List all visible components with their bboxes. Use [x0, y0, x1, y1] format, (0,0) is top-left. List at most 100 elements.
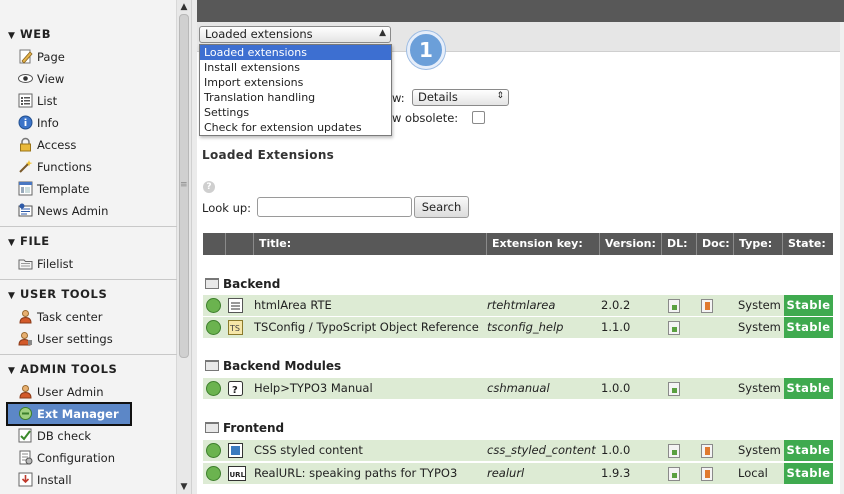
- svg-text:URL: URL: [230, 471, 246, 479]
- view-select[interactable]: Details ⇕: [412, 89, 509, 106]
- list-icon: [18, 93, 33, 108]
- header-dl: DL:: [661, 233, 696, 255]
- extensions-table-header: Title: Extension key: Version: DL: Doc: …: [203, 233, 833, 255]
- download-icon[interactable]: [668, 382, 680, 396]
- state-badge: Stable: [784, 440, 833, 461]
- table-row[interactable]: CSS styled content css_styled_content 1.…: [203, 440, 833, 461]
- download-icon[interactable]: [668, 321, 680, 335]
- section-admin-tools[interactable]: ▼ ADMIN TOOLS: [0, 359, 177, 379]
- header-type[interactable]: Type:: [733, 233, 782, 255]
- section-file[interactable]: ▼ FILE: [0, 231, 177, 251]
- extension-status-icon[interactable]: [206, 298, 221, 313]
- section-user-tools[interactable]: ▼ USER TOOLS: [0, 284, 177, 304]
- ext-type: System: [738, 381, 781, 395]
- nav-item-info[interactable]: Info: [18, 113, 59, 133]
- select-arrows-icon: ▲: [379, 28, 386, 38]
- nav-item-page[interactable]: Page: [18, 47, 65, 67]
- header-version[interactable]: Version:: [599, 233, 661, 255]
- option-import-extensions[interactable]: Import extensions: [200, 75, 391, 90]
- ext-title[interactable]: TSConfig / TypoScript Object Reference: [254, 317, 486, 338]
- download-icon[interactable]: [668, 299, 680, 313]
- nav-item-list[interactable]: List: [18, 91, 57, 111]
- ext-title[interactable]: CSS styled content: [254, 440, 484, 461]
- collapse-icon: ▼: [8, 291, 16, 301]
- lock-icon: [18, 137, 33, 152]
- header-blank: [203, 233, 225, 255]
- header-blank: [225, 233, 251, 255]
- extension-status-icon[interactable]: [206, 320, 221, 335]
- download-icon[interactable]: [668, 467, 680, 481]
- ext-key: css_styled_content: [487, 443, 596, 457]
- scroll-up-icon[interactable]: ▲: [178, 1, 190, 13]
- extension-status-icon[interactable]: [206, 466, 221, 481]
- ext-version: 1.9.3: [601, 466, 631, 480]
- option-check-updates[interactable]: Check for extension updates: [200, 120, 391, 135]
- folder-icon: [205, 360, 219, 371]
- nav-item-configuration[interactable]: Configuration: [18, 448, 115, 468]
- table-row[interactable]: htmlArea RTE rtehtmlarea 2.0.2 System St…: [203, 295, 833, 316]
- nav-item-install[interactable]: Install: [18, 470, 72, 490]
- ext-title[interactable]: Help>TYPO3 Manual: [254, 378, 484, 399]
- search-button[interactable]: Search: [414, 196, 469, 218]
- option-loaded-extensions[interactable]: Loaded extensions: [200, 45, 391, 60]
- nav-item-user-admin[interactable]: User Admin: [18, 382, 104, 402]
- doc-icon[interactable]: [701, 444, 713, 458]
- category-backend: Backend: [205, 277, 280, 291]
- ext-title[interactable]: htmlArea RTE: [254, 295, 484, 316]
- table-row[interactable]: TS TSConfig / TypoScript Object Referenc…: [203, 317, 833, 338]
- help-manual-icon: ?: [228, 381, 243, 396]
- section-web[interactable]: ▼ WEB: [0, 24, 177, 44]
- doc-icon[interactable]: [701, 467, 713, 481]
- state-badge: Stable: [784, 317, 833, 338]
- nav-item-task-center[interactable]: Task center: [18, 307, 102, 327]
- ext-version: 2.0.2: [601, 298, 631, 312]
- header-extension-key[interactable]: Extension key:: [486, 233, 599, 255]
- ext-type: System: [738, 443, 781, 457]
- function-select[interactable]: Loaded extensions ▲: [199, 26, 391, 43]
- select-arrows-icon: ⇕: [496, 91, 504, 101]
- svg-text:TS: TS: [229, 324, 240, 333]
- table-row[interactable]: URL RealURL: speaking paths for TYPO3 re…: [203, 463, 833, 484]
- ext-key: realurl: [487, 466, 525, 480]
- svg-text:?: ?: [232, 385, 238, 396]
- extension-status-icon[interactable]: [206, 443, 221, 458]
- category-frontend: Frontend: [205, 421, 284, 435]
- ext-version: 1.0.0: [601, 381, 631, 395]
- tsconfig-icon: TS: [228, 320, 243, 335]
- ext-type: Local: [738, 466, 768, 480]
- table-row[interactable]: ? Help>TYPO3 Manual cshmanual 1.0.0 Syst…: [203, 378, 833, 399]
- nav-item-view[interactable]: View: [18, 69, 64, 89]
- css-styled-content-icon: [228, 443, 243, 458]
- ext-title[interactable]: RealURL: speaking paths for TYPO3: [254, 463, 484, 484]
- nav-item-template[interactable]: Template: [18, 179, 89, 199]
- lookup-label: Look up:: [202, 201, 252, 215]
- nav-item-ext-manager[interactable]: Ext Manager: [6, 402, 132, 426]
- nav-item-access[interactable]: Access: [18, 135, 76, 155]
- ext-key: tsconfig_help: [487, 320, 564, 334]
- header-state[interactable]: State:: [782, 233, 833, 255]
- nav-item-db-check[interactable]: DB check: [18, 426, 91, 446]
- nav-item-functions[interactable]: Functions: [18, 157, 92, 177]
- doc-icon[interactable]: [701, 299, 713, 313]
- folder-icon: [18, 256, 33, 271]
- splitter-grip-icon[interactable]: ≡: [180, 180, 188, 190]
- lookup-input[interactable]: [257, 197, 412, 217]
- option-settings[interactable]: Settings: [200, 105, 391, 120]
- download-icon[interactable]: [668, 444, 680, 458]
- page-edit-icon: [18, 49, 33, 64]
- news-icon: [18, 203, 33, 218]
- header-title[interactable]: Title:: [253, 233, 485, 255]
- help-icon[interactable]: ?: [203, 181, 215, 193]
- option-translation-handling[interactable]: Translation handling: [200, 90, 391, 105]
- ext-key: cshmanual: [487, 381, 550, 395]
- show-obsolete-checkbox[interactable]: [472, 111, 485, 124]
- panel-splitter[interactable]: [191, 0, 197, 494]
- ext-version: 1.0.0: [601, 443, 631, 457]
- nav-item-user-settings[interactable]: User settings: [18, 329, 113, 349]
- nav-item-filelist[interactable]: Filelist: [18, 254, 73, 274]
- option-install-extensions[interactable]: Install extensions: [200, 60, 391, 75]
- scroll-down-icon[interactable]: ▼: [178, 481, 190, 493]
- state-badge: Stable: [784, 378, 833, 399]
- extension-status-icon[interactable]: [206, 381, 221, 396]
- nav-item-news-admin[interactable]: News Admin: [18, 201, 108, 221]
